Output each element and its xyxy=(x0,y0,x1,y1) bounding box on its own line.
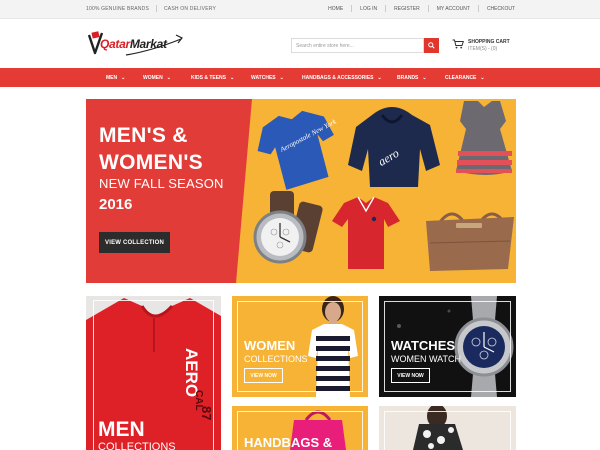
nav-item-label: CLEARANCE xyxy=(445,74,477,81)
main-nav: MEN ⌄ WOMEN ⌄ KIDS & TEENS ⌄ WATCHES ⌄ HANDB… xyxy=(0,68,600,87)
divider xyxy=(477,5,479,12)
view-collection-button[interactable]: VIEW COLLECTION xyxy=(99,232,170,253)
header: QatarMarkat SHOPPING CART ITEM(S) - (0) xyxy=(0,19,600,68)
red-polo-icon xyxy=(332,196,400,269)
link-my-account[interactable]: MY ACCOUNT xyxy=(437,6,470,12)
tile-dress[interactable] xyxy=(379,406,516,450)
hero-subtitle: NEW FALL SEASON xyxy=(99,176,224,191)
navy-hoodie-icon: aero xyxy=(348,107,440,187)
divider xyxy=(156,5,157,12)
tile-men-subtitle: COLLECTIONS xyxy=(98,441,176,450)
tile-watches-subtitle: WOMEN WATCH xyxy=(391,354,461,364)
wristwatch-icon xyxy=(253,191,323,264)
nav-item-label: BRANDS xyxy=(397,74,419,81)
page: 100% GENUINE BRANDS CASH ON DELIVERY HOM… xyxy=(0,0,600,450)
nav-item-women[interactable]: WOMEN ⌄ xyxy=(143,75,191,81)
cart-count: ITEM(S) - (0) xyxy=(468,46,498,52)
chevron-down-icon: ⌄ xyxy=(480,74,485,81)
nav-item-label: MEN xyxy=(106,74,118,81)
logo-text-qatar: Qatar xyxy=(100,37,130,51)
search-input[interactable] xyxy=(291,38,424,53)
divider xyxy=(427,5,429,12)
nav-item-label: HANDBAGS & ACCESSORIES xyxy=(302,74,374,81)
hero-headline-line2: WOMEN'S xyxy=(99,151,203,174)
blue-tshirt-icon: Aeropostale New York xyxy=(257,110,338,190)
chevron-down-icon: ⌄ xyxy=(422,74,427,81)
chevron-down-icon: ⌄ xyxy=(230,74,235,81)
cart-icon xyxy=(452,39,464,49)
tile-frame xyxy=(384,411,511,450)
striped-dress-icon xyxy=(456,101,512,175)
tile-women-title: WOMEN xyxy=(244,338,296,353)
chevron-down-icon: ⌄ xyxy=(121,74,126,81)
logo-text-markat: Markat xyxy=(129,37,167,51)
hero-year: 2016 xyxy=(99,196,133,213)
nav-item-men[interactable]: MEN ⌄ xyxy=(106,75,143,81)
logo-text: QatarMarkat xyxy=(100,37,167,51)
top-bar-promos: 100% GENUINE BRANDS CASH ON DELIVERY xyxy=(86,5,216,12)
nav-item-label: WOMEN xyxy=(143,74,163,81)
chevron-down-icon: ⌄ xyxy=(166,74,171,81)
hero-headline: MEN'S & WOMEN'S xyxy=(99,122,203,176)
shopping-cart[interactable]: SHOPPING CART ITEM(S) - (0) xyxy=(452,37,522,57)
promo-genuine-brands: 100% GENUINE BRANDS xyxy=(86,5,149,12)
hero-headline-line1: MEN'S & xyxy=(99,124,188,147)
nav-item-kids-teens[interactable]: KIDS & TEENS ⌄ xyxy=(191,75,251,81)
handbag-icon xyxy=(426,212,514,271)
watches-view-now-button[interactable]: VIEW NOW xyxy=(391,368,430,383)
tile-women-subtitle: COLLECTIONS xyxy=(244,354,308,364)
nav-item-label: WATCHES xyxy=(251,74,276,81)
tile-handbags-title: HANDBAGS & xyxy=(244,435,333,450)
top-bar-links: HOME LOG IN REGISTER MY ACCOUNT CHECKOUT xyxy=(328,5,515,12)
link-home[interactable]: HOME xyxy=(328,6,343,12)
nav-item-handbags-accessories[interactable]: HANDBAGS & ACCESSORIES ⌄ xyxy=(302,75,397,81)
chevron-down-icon: ⌄ xyxy=(377,74,382,81)
tile-watches-title: WATCHES xyxy=(391,338,456,353)
divider xyxy=(385,5,387,12)
divider xyxy=(351,5,353,12)
tile-handbags[interactable]: HANDBAGS & xyxy=(232,406,368,450)
promo-cash-on-delivery: CASH ON DELIVERY xyxy=(164,5,217,12)
nav-item-label: KIDS & TEENS xyxy=(191,74,227,81)
tile-men-title: MEN xyxy=(98,418,145,441)
site-logo[interactable]: QatarMarkat xyxy=(86,29,186,59)
tile-watches[interactable]: WATCHES WOMEN WATCH VIEW NOW xyxy=(379,296,516,397)
tile-women[interactable]: WOMEN COLLECTIONS VIEW NOW xyxy=(232,296,368,397)
chevron-down-icon: ⌄ xyxy=(279,74,284,81)
search-button[interactable] xyxy=(424,38,439,53)
top-bar: 100% GENUINE BRANDS CASH ON DELIVERY HOM… xyxy=(0,0,600,19)
cart-title: SHOPPING CART xyxy=(468,39,510,45)
link-register[interactable]: REGISTER xyxy=(394,6,420,12)
nav-item-clearance[interactable]: CLEARANCE ⌄ xyxy=(445,75,495,81)
women-view-now-button[interactable]: VIEW NOW xyxy=(244,368,283,383)
search-bar xyxy=(291,38,439,53)
hero-banner[interactable]: Aeropostale New York aero MEN'S & WOMEN'… xyxy=(86,99,516,283)
nav-item-watches[interactable]: WATCHES ⌄ xyxy=(251,75,302,81)
link-checkout[interactable]: CHECKOUT xyxy=(487,6,515,12)
link-log-in[interactable]: LOG IN xyxy=(360,6,377,12)
nav-item-brands[interactable]: BRANDS ⌄ xyxy=(397,75,445,81)
search-icon xyxy=(428,42,435,49)
tile-men[interactable]: AERO CAL 87 MEN COLLECTIONS xyxy=(86,296,221,450)
